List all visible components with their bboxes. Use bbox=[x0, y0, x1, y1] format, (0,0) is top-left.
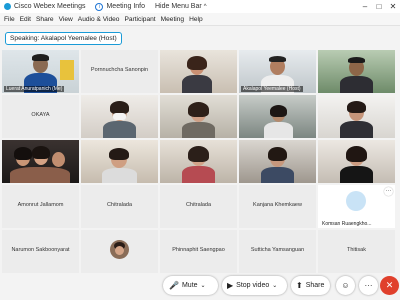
avatar bbox=[346, 191, 366, 211]
menu-audio-video[interactable]: Audio & Video bbox=[78, 16, 120, 23]
window-controls: – □ ✕ bbox=[358, 0, 400, 13]
participant-name: OKAYA bbox=[31, 112, 50, 118]
menu-share[interactable]: Share bbox=[36, 16, 54, 23]
video-feed bbox=[318, 140, 395, 183]
more-options-button[interactable]: ··· bbox=[384, 187, 393, 196]
avatar bbox=[110, 240, 129, 259]
participant-tile[interactable]: Akalapol Yeemalee (Host) bbox=[239, 50, 316, 93]
share-icon: ⬆ bbox=[296, 281, 303, 290]
microphone-icon: 🎤 bbox=[169, 281, 179, 290]
participant-tile[interactable]: Kanjana Khemkaew bbox=[239, 185, 316, 228]
app-title: Cisco Webex Meetings bbox=[0, 3, 85, 10]
participant-tile[interactable]: Sutticha Yamsanguan bbox=[239, 230, 316, 273]
chevron-up-icon: ^ bbox=[203, 3, 207, 10]
participant-tile[interactable]: ··· Komsan Ruaengkho... bbox=[318, 185, 395, 228]
maximize-button[interactable]: □ bbox=[372, 0, 386, 13]
participant-tile[interactable] bbox=[160, 140, 237, 183]
video-feed bbox=[81, 140, 158, 183]
participant-tile[interactable]: Thitisak bbox=[318, 230, 395, 273]
hide-menu-bar-button[interactable]: Hide Menu Bar ^ bbox=[155, 3, 207, 10]
more-icon: ··· bbox=[364, 281, 373, 290]
participant-name: Phinnaphit Saengpao bbox=[172, 247, 225, 253]
more-options-button[interactable]: ··· bbox=[359, 276, 378, 295]
speaking-indicator: Speaking: Akalapol Yeemalee (Host) bbox=[5, 32, 122, 45]
participant-name: Chitralada bbox=[106, 202, 133, 208]
video-feed bbox=[160, 95, 237, 138]
close-icon: ✕ bbox=[385, 280, 394, 290]
video-feed bbox=[318, 95, 395, 138]
chevron-down-icon[interactable]: ⌄ bbox=[272, 282, 277, 289]
menu-participant[interactable]: Participant bbox=[124, 16, 155, 23]
participant-tile[interactable]: Pornnuchcha Sanonpin bbox=[81, 50, 158, 93]
menu-view[interactable]: View bbox=[59, 16, 73, 23]
participant-tile[interactable]: OKAYA bbox=[2, 95, 79, 138]
participant-tile[interactable]: Amonrut Jallamom bbox=[2, 185, 79, 228]
participant-name: Akalapol Yeemalee (Host) bbox=[241, 86, 303, 92]
video-feed bbox=[81, 95, 158, 138]
video-feed bbox=[2, 140, 79, 183]
participant-name: Chitralada bbox=[185, 202, 212, 208]
menu-edit[interactable]: Edit bbox=[20, 16, 31, 23]
participant-name: Sutticha Yamsanguan bbox=[250, 247, 305, 253]
share-button[interactable]: ⬆ Share bbox=[291, 276, 330, 295]
video-camera-icon: ▶ bbox=[227, 281, 234, 290]
participant-tile[interactable] bbox=[239, 95, 316, 138]
minimize-button[interactable]: – bbox=[358, 0, 372, 13]
participant-tile[interactable]: Chitralada bbox=[160, 185, 237, 228]
webex-logo-icon bbox=[4, 3, 11, 10]
participant-tile[interactable]: Phinnaphit Saengpao bbox=[160, 230, 237, 273]
meeting-controls: 🎤 Mute ⌄ ▶ Stop video ⌄ ⬆ Share ☺ ··· ✕ bbox=[0, 268, 400, 300]
video-feed bbox=[318, 50, 395, 93]
menu-bar: File Edit Share View Audio & Video Parti… bbox=[0, 13, 400, 26]
smiley-icon: ☺ bbox=[341, 281, 350, 290]
participant-tile[interactable] bbox=[81, 140, 158, 183]
menu-help[interactable]: Help bbox=[189, 16, 203, 23]
participant-tile[interactable] bbox=[318, 50, 395, 93]
reactions-button[interactable]: ☺ bbox=[336, 276, 355, 295]
info-icon: i bbox=[95, 2, 104, 11]
participant-tile[interactable] bbox=[318, 95, 395, 138]
video-feed bbox=[160, 140, 237, 183]
end-meeting-button[interactable]: ✕ bbox=[380, 276, 399, 295]
chevron-down-icon[interactable]: ⌄ bbox=[201, 282, 206, 289]
title-bar: Cisco Webex Meetings i Meeting Info Hide… bbox=[0, 0, 400, 13]
video-feed bbox=[160, 50, 237, 93]
video-feed bbox=[239, 140, 316, 183]
mute-button[interactable]: 🎤 Mute ⌄ bbox=[163, 276, 218, 295]
meeting-info-button[interactable]: i Meeting Info bbox=[95, 2, 145, 11]
participant-name: Pornnuchcha Sanonpin bbox=[90, 67, 149, 73]
close-window-button[interactable]: ✕ bbox=[386, 0, 400, 13]
participant-name: Narumon Sakboonyarat bbox=[11, 247, 70, 253]
participant-tile[interactable] bbox=[81, 230, 158, 273]
participant-tile[interactable]: Chitralada bbox=[81, 185, 158, 228]
stop-video-button[interactable]: ▶ Stop video ⌄ bbox=[222, 276, 287, 295]
participant-tile[interactable] bbox=[2, 140, 79, 183]
participant-name: Amonrut Jallamom bbox=[17, 202, 64, 208]
participant-tile[interactable] bbox=[160, 50, 237, 93]
participant-tile[interactable] bbox=[239, 140, 316, 183]
participant-name: Luerat Anuratpanich (Me) bbox=[4, 86, 65, 92]
participant-tile[interactable] bbox=[318, 140, 395, 183]
participant-tile[interactable]: Narumon Sakboonyarat bbox=[2, 230, 79, 273]
participant-name: Komsan Ruaengkho... bbox=[320, 221, 374, 227]
participant-tile[interactable] bbox=[81, 95, 158, 138]
menu-file[interactable]: File bbox=[4, 16, 15, 23]
participant-tile[interactable]: Luerat Anuratpanich (Me) bbox=[2, 50, 79, 93]
video-feed bbox=[239, 95, 316, 138]
participant-name: Kanjana Khemkaew bbox=[253, 202, 302, 208]
menu-meeting[interactable]: Meeting bbox=[161, 16, 184, 23]
participant-name: Thitisak bbox=[347, 247, 366, 253]
participant-tile[interactable] bbox=[160, 95, 237, 138]
